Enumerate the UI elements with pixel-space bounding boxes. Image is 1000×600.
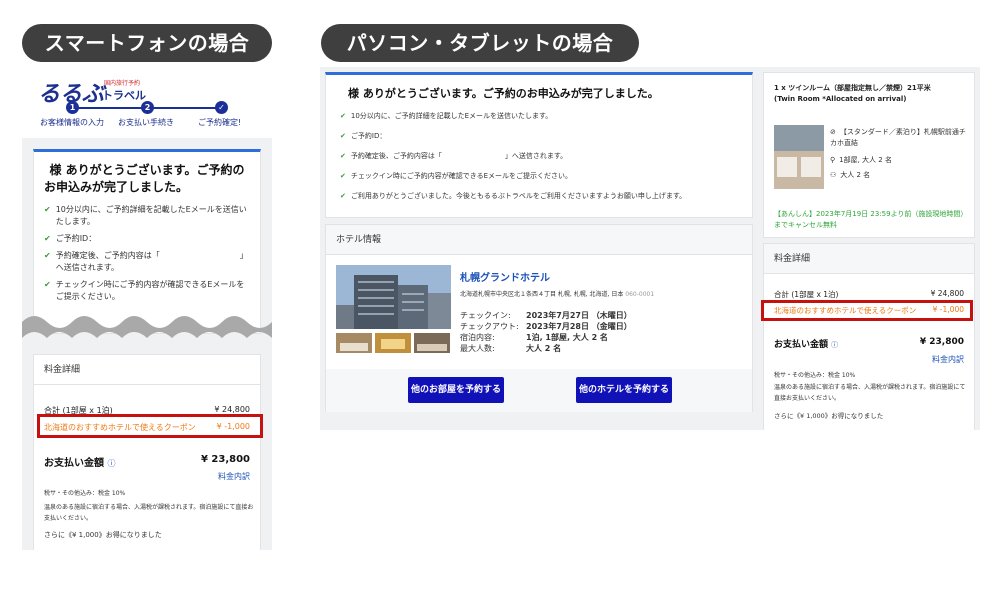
sp-fees-heading: 料金詳細: [34, 355, 260, 385]
pc-coupon-highlight: [761, 300, 973, 321]
sp-thanks-item: ✔ 10分以内に、ご予約詳細を記載したEメールを送信いたします。: [44, 205, 247, 226]
pc-thanks-item: ✔ 予約確定後、ご予約内容は「 」へ送信されます。: [340, 152, 568, 160]
book-other-room-button[interactable]: 他のお部屋を予約する: [408, 377, 504, 403]
sp-tax-row: 税サ・その他込み：税金 10%: [44, 490, 126, 497]
sp-fees-card: 料金詳細 合計 (1部屋 x 1泊) ¥ 24,800 北海道のおすすめホテルで使…: [33, 354, 261, 550]
sp-thanks-card: 様 ありがとうございます。ご予約の お申込みが完了しました。 ✔ 10分以内に、ご…: [33, 149, 261, 334]
check-icon: ✔: [44, 234, 51, 243]
pc-hotel-details: チェックイン: 2023年7月27日 （木曜日） チェックアウト: 2023年7月2…: [460, 310, 632, 354]
hotel-photo: [336, 265, 451, 329]
pc-screen: 様 ありがとうございます。ご予約のお申込みが完了しました。 ✔ 10分以内に、ご予…: [320, 67, 980, 430]
pc-room-card: 1 x ツインルーム（部屋指定無し／禁煙）21平米 (Twin Room *Al…: [763, 72, 975, 238]
smartphone-screen: るるぶ 国内旅行予約 トラベル 1 2 ✓ お客様情報の入力 お支払い手続き ご…: [22, 72, 272, 550]
pc-thanks-item: ✔ 10分以内に、ご予約詳細を記載したEメールを送信いたします。: [340, 112, 553, 120]
pc-breakdown-link[interactable]: 料金内訳: [932, 354, 964, 365]
pc-thanks-item: ✔ チェックイン時にご予約内容が確認できるEメールをご提示ください。: [340, 172, 573, 180]
sp-onsen-note: 温泉のある施設に宿泊する場合、入湯税が課税されます。宿泊施設にて直接お支払いくだ…: [44, 504, 254, 522]
check-icon: ✔: [44, 280, 51, 289]
sp-pay-row: お支払い金額 ⓘ ¥ 23,800: [44, 454, 250, 469]
pc-hotel-card: ホテル情報 札幌グランドホテル 北海道札幌市中央区北１条西４丁目 札幌, 札幌,…: [325, 224, 753, 412]
person-icon: ⚇: [830, 171, 837, 179]
pc-thanks-title: 様 ありがとうございます。ご予約のお申込みが完了しました。: [348, 87, 659, 100]
step-2-icon: 2: [141, 101, 154, 114]
pc-thanks-item: ✔ ご利用ありがとうございました。今後ともるるぶトラベルをご利用くださいますようお…: [340, 192, 687, 200]
pc-thanks-item: ✔ ご予約ID：: [340, 132, 387, 140]
info-icon: ⓘ: [831, 341, 839, 349]
check-icon: ✔: [340, 132, 346, 140]
hotel-detail-row: チェックアウト: 2023年7月28日 （金曜日）: [460, 322, 632, 331]
check-icon: ✔: [340, 112, 346, 120]
sp-saving-note: さらに《¥ 1,000》お得になりました: [44, 531, 162, 539]
hotel-thumbnail-3: [414, 333, 450, 353]
pc-hotel-address: 北海道札幌市中央区北１条西４丁目 札幌, 札幌, 北海道, 日本 060-000…: [460, 291, 655, 298]
hotel-thumbnail-2: [375, 333, 411, 353]
pc-room-adults: ⚇ 大人 2 名: [830, 171, 871, 179]
pc-hotel-heading: ホテル情報: [326, 225, 752, 255]
hotel-detail-row: 宿泊内容: 1泊, 1部屋, 大人 2 名: [460, 333, 608, 342]
check-icon: ✔: [340, 192, 346, 200]
pc-tax-row: 税サ・その他込み：税金 10%: [774, 372, 856, 379]
sp-breakdown-link[interactable]: 料金内訳: [218, 471, 250, 482]
pc-fees-card: 料金詳細 合計 (1部屋 x 1泊) ¥ 24,800 北海道のおすすめホテルで使…: [763, 243, 975, 430]
pc-room-plan: ⊘ 【スタンダード／素泊り】札幌駅前通チカホ直結: [830, 128, 966, 147]
sp-header: るるぶ 国内旅行予約 トラベル 1 2 ✓ お客様情報の入力 お支払い手続き ご…: [22, 72, 272, 138]
room-icon: ⚲: [830, 156, 836, 164]
step-3-check-icon: ✓: [215, 101, 228, 114]
sp-thanks-item: ✔ 予約確定後、ご予約内容は「 」へ送信されます。: [44, 251, 248, 272]
check-icon: ✔: [340, 172, 346, 180]
check-icon: ✔: [44, 251, 51, 260]
hotel-detail-row: チェックイン: 2023年7月27日 （木曜日）: [460, 311, 632, 320]
pc-fees-heading: 料金詳細: [764, 244, 974, 274]
pc-hotel-name[interactable]: 札幌グランドホテル: [460, 269, 550, 284]
smartphone-label: スマートフォンの場合: [22, 24, 272, 62]
sp-thanks-title: 様 ありがとうございます。ご予約の お申込みが完了しました。: [44, 163, 245, 194]
pc-saving-note: さらに《¥ 1,000》お得になりました: [774, 412, 884, 420]
info-icon: ⓘ: [107, 459, 116, 468]
pc-onsen-note: 温泉のある施設に宿泊する場合、入湯税が課税されます。宿泊施設にて直接お支払いくだ…: [774, 384, 966, 402]
pc-hotel-footer: [326, 369, 752, 412]
pc-pay-row: お支払い金額 ⓘ ¥ 23,800: [774, 337, 964, 350]
sp-thanks-item: ✔ ご予約ID：: [44, 234, 97, 243]
check-icon: ✔: [340, 152, 346, 160]
pc-thanks-card: 様 ありがとうございます。ご予約のお申込みが完了しました。 ✔ 10分以内に、ご予…: [325, 72, 753, 218]
wave-divider: [22, 316, 272, 344]
pc-tablet-label: パソコン・タブレットの場合: [321, 24, 639, 62]
book-other-hotel-button[interactable]: 他のホテルを予約する: [576, 377, 672, 403]
hotel-detail-row: 最大人数: 大人 2 名: [460, 344, 562, 353]
pc-room-name: 1 x ツインルーム（部屋指定無し／禁煙）21平米 (Twin Room *Al…: [774, 84, 931, 103]
pc-cancel-policy: 【あんしん】2023年7月19日 23:59より前（施設現地時間）までキャンセル…: [774, 210, 968, 229]
hotel-thumbnail-1: [336, 333, 372, 353]
sp-thanks-item: ✔ チェックイン時にご予約内容が確認できるEメールをご提示ください。: [44, 280, 245, 301]
plan-icon: ⊘: [830, 128, 836, 136]
pc-room-rooms: ⚲ 1部屋, 大人 2 名: [830, 156, 892, 164]
sp-coupon-highlight: [37, 414, 263, 438]
step-1-label: お客様情報の入力: [40, 118, 104, 127]
room-photo: [774, 125, 824, 189]
step-3-label: ご予約確定!: [198, 118, 242, 127]
check-icon: ✔: [44, 205, 51, 214]
step-2-label: お支払い手続き: [118, 118, 174, 127]
step-1-icon: 1: [66, 101, 79, 114]
pc-total-row: 合計 (1部屋 x 1泊) ¥ 24,800: [774, 289, 964, 299]
